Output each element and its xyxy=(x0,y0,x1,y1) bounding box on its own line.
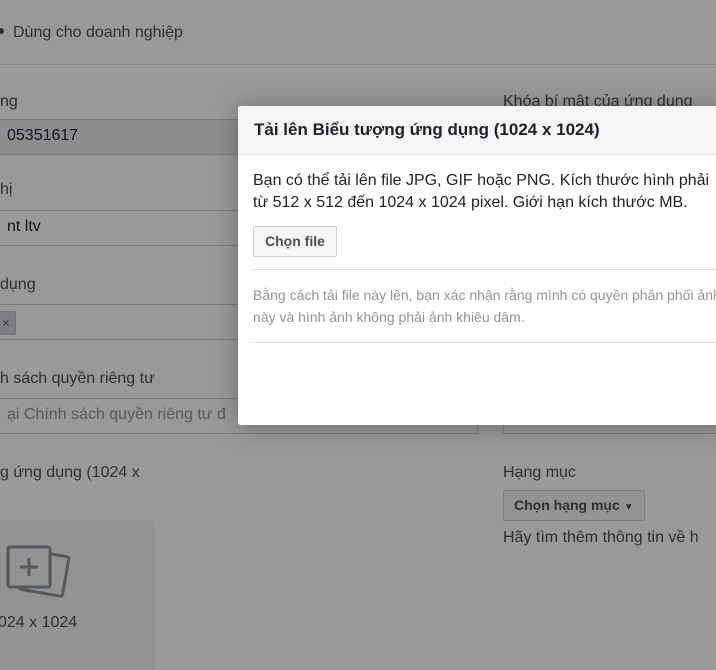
dialog-divider xyxy=(253,269,716,270)
dialog-title: Tải lên Biểu tượng ứng dụng (1024 x 1024… xyxy=(238,106,716,155)
dialog-body: Bạn có thể tải lên file JPG, GIF hoặc PN… xyxy=(238,155,716,343)
dialog-divider-bottom xyxy=(253,342,716,343)
choose-file-button[interactable]: Chọn file xyxy=(253,226,337,257)
upload-icon-dialog: Tải lên Biểu tượng ứng dụng (1024 x 1024… xyxy=(238,106,716,425)
dialog-description: Bạn có thể tải lên file JPG, GIF hoặc PN… xyxy=(253,172,710,211)
dialog-legal-text: Bằng cách tải file này lên, bạn xác nhận… xyxy=(253,287,716,325)
